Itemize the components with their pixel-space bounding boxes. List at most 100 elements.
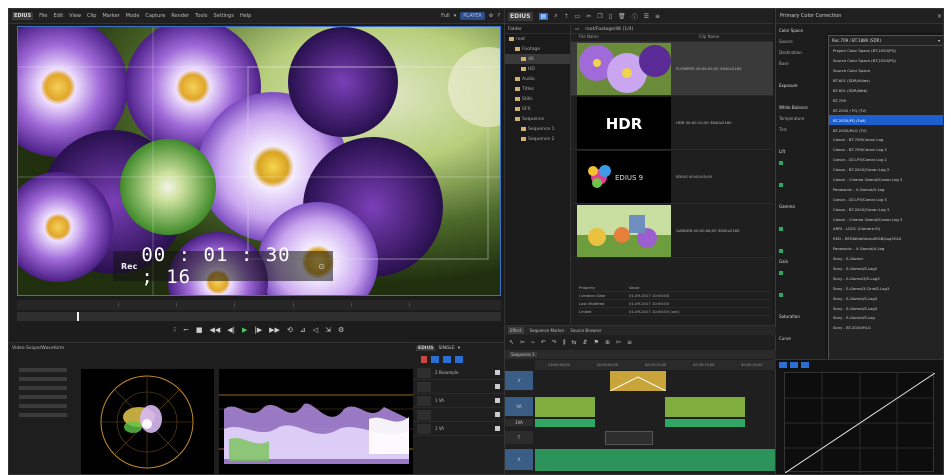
scope-option[interactable] bbox=[19, 413, 67, 417]
cc-param[interactable] bbox=[776, 179, 828, 190]
dropdown-option[interactable]: Canon - BT.709/Canon Log 2 bbox=[829, 145, 943, 155]
scope-option[interactable] bbox=[19, 368, 67, 372]
mode-icon[interactable] bbox=[443, 356, 451, 363]
fast-forward-icon[interactable]: ▶▶ bbox=[269, 326, 280, 334]
cc-param[interactable]: Destination bbox=[776, 47, 828, 58]
track-header-row[interactable]: 1 VA bbox=[413, 422, 504, 436]
menu-view[interactable]: View bbox=[69, 13, 81, 19]
dropdown-option[interactable]: Canon - BT.709/Canon Log bbox=[829, 135, 943, 145]
clip-row[interactable]: GARDEN 00:00:08;00 3840x2160 bbox=[571, 204, 773, 258]
properties-icon[interactable]: ⓘ bbox=[632, 12, 638, 21]
dropdown-option[interactable]: BT.2020/HLG (TV) bbox=[829, 125, 943, 135]
help-icon[interactable]: ? bbox=[497, 13, 500, 19]
cc-param[interactable] bbox=[776, 157, 828, 168]
title-clip[interactable] bbox=[605, 431, 653, 445]
audio-clip[interactable] bbox=[665, 419, 745, 427]
tree-item[interactable]: Titles bbox=[505, 84, 570, 94]
copy-icon[interactable]: ❐ bbox=[597, 13, 602, 20]
cc-param[interactable] bbox=[776, 300, 828, 311]
undo-icon[interactable]: ↶ bbox=[541, 339, 546, 346]
menu-tools[interactable]: Tools bbox=[195, 13, 207, 19]
delete-icon[interactable]: 🗑 bbox=[618, 13, 626, 20]
tree-item[interactable]: HD bbox=[505, 64, 570, 74]
track-header-row[interactable] bbox=[413, 408, 504, 422]
dropdown-option[interactable]: Canon - Cinema Gamut/Canon Log 2 bbox=[829, 175, 943, 185]
track-lock-checkbox[interactable] bbox=[495, 384, 500, 389]
track-label[interactable]: V bbox=[505, 371, 533, 391]
clip-row[interactable]: FLOWERS 00:00:05;00 3840x2160 bbox=[571, 42, 773, 96]
dropdown-option[interactable]: Sony - S-Gamut3/S-Log3 bbox=[829, 273, 943, 283]
dropdown-option[interactable]: BT.601 (SDR/Web) bbox=[829, 86, 943, 96]
loop-icon[interactable]: ⟲ bbox=[287, 326, 293, 334]
cc-param[interactable] bbox=[776, 91, 828, 102]
dropdown-option[interactable]: ARRI - LOGC (Camera EI) bbox=[829, 224, 943, 234]
scope-option[interactable] bbox=[19, 386, 67, 390]
timeline-ruler[interactable]: 00:00:00;00 00:00:05;00 00:00:10;00 00:00:1… bbox=[535, 360, 776, 370]
curve-tab-icon[interactable] bbox=[801, 361, 809, 368]
marker-tool-icon[interactable]: ⚑ bbox=[594, 339, 599, 346]
track-lock-checkbox[interactable] bbox=[495, 398, 500, 403]
scope-option[interactable] bbox=[19, 377, 67, 381]
menu-marker[interactable]: Marker bbox=[102, 13, 119, 19]
cc-section[interactable]: Curve bbox=[776, 333, 828, 344]
menu-help[interactable]: Help bbox=[240, 13, 251, 19]
insert-icon[interactable]: ⊿ bbox=[300, 326, 306, 334]
dropdown-option[interactable]: BT.2020 / PQ (TV) bbox=[829, 105, 943, 115]
tree-item[interactable]: Audio bbox=[505, 74, 570, 84]
cc-section[interactable]: Gamma bbox=[776, 201, 828, 212]
select-tool-icon[interactable]: ↖ bbox=[509, 339, 514, 346]
gear-icon[interactable]: ⚙ bbox=[489, 13, 493, 19]
dropdown-option[interactable]: Sony - S-Gamut/S-Log bbox=[829, 313, 943, 323]
player-ruler[interactable]: ┆ ┆ ┆ ┆ ┆ ┆ bbox=[17, 300, 501, 310]
menu-icon[interactable]: ≡ bbox=[655, 13, 660, 20]
mode-icon[interactable] bbox=[455, 356, 463, 363]
mode-icon[interactable] bbox=[431, 356, 439, 363]
dropdown-option[interactable]: Sony - S-Gamut bbox=[829, 254, 943, 264]
cc-param[interactable] bbox=[776, 223, 828, 234]
dropdown-option[interactable]: Sony - BT.2020/HLG bbox=[829, 323, 943, 333]
cut-icon[interactable]: ✂ bbox=[586, 13, 591, 20]
paste-icon[interactable]: ▯ bbox=[609, 13, 612, 20]
transition-clip[interactable] bbox=[609, 371, 667, 392]
mark-in-icon[interactable]: ⁝ bbox=[174, 326, 176, 334]
tree-item[interactable]: Sequence bbox=[505, 114, 570, 124]
ripple-icon[interactable]: ⇆ bbox=[572, 339, 577, 346]
cc-param[interactable] bbox=[776, 69, 828, 80]
rewind-icon[interactable]: ◀◀ bbox=[209, 326, 220, 334]
clip-thumbnail[interactable] bbox=[577, 42, 671, 95]
video-clip[interactable] bbox=[665, 397, 745, 417]
track-lock-checkbox[interactable] bbox=[495, 426, 500, 431]
track-header-row[interactable]: 2 Resample bbox=[413, 366, 504, 380]
track-label[interactable]: VA bbox=[505, 397, 533, 417]
dropdown-option[interactable]: Source Color Space (BT.2020/PQ) bbox=[829, 56, 943, 66]
menu-edit[interactable]: Edit bbox=[53, 13, 63, 19]
dropdown-option[interactable]: Sony - S-Gamut3.Cine/S-Log3 bbox=[829, 283, 943, 293]
track-header-row[interactable]: 1 VA bbox=[413, 394, 504, 408]
cc-param[interactable] bbox=[776, 289, 828, 300]
dropdown-option[interactable]: Canon - BT.2020/Canon Log 3 bbox=[829, 204, 943, 214]
dropdown-option[interactable]: Canon - Cinema Gamut/Canon Log 3 bbox=[829, 214, 943, 224]
tab-sequence-marker[interactable]: Sequence Marker bbox=[530, 328, 565, 333]
split-icon[interactable]: ⫼ bbox=[563, 339, 566, 347]
cc-section[interactable]: White Balance bbox=[776, 102, 828, 113]
playhead[interactable] bbox=[77, 312, 79, 321]
cc-param[interactable] bbox=[776, 168, 828, 179]
search-icon[interactable]: ⌕ bbox=[554, 12, 557, 20]
menu-render[interactable]: Render bbox=[171, 13, 189, 19]
cc-param[interactable]: Tint bbox=[776, 124, 828, 135]
stop-icon[interactable]: ■ bbox=[196, 326, 203, 334]
fullscreen-toggle[interactable]: Full bbox=[441, 13, 450, 19]
cc-section[interactable]: Saturation bbox=[776, 311, 828, 322]
settings-small-icon[interactable]: ⚙ bbox=[338, 326, 344, 334]
cc-param[interactable]: Temperature bbox=[776, 113, 828, 124]
dropdown-option[interactable]: Project Color Space (BT.2020/PQ) bbox=[829, 46, 943, 56]
clip-row[interactable]: HDR HDR 00:00:10;00 3840x2160 bbox=[571, 96, 773, 150]
dropdown-option[interactable]: BT.2020/PQ (Full) bbox=[829, 115, 943, 126]
cc-param[interactable] bbox=[776, 322, 828, 333]
cut-tool-icon[interactable]: ✂ bbox=[520, 339, 525, 346]
menu-icon[interactable]: ≡ bbox=[627, 339, 632, 346]
tab-source-browser[interactable]: Source Browser bbox=[570, 328, 601, 333]
tree-item[interactable]: Sequence 1 bbox=[505, 124, 570, 134]
folder-icon[interactable]: ▭ bbox=[575, 13, 581, 20]
cc-param[interactable] bbox=[776, 267, 828, 278]
